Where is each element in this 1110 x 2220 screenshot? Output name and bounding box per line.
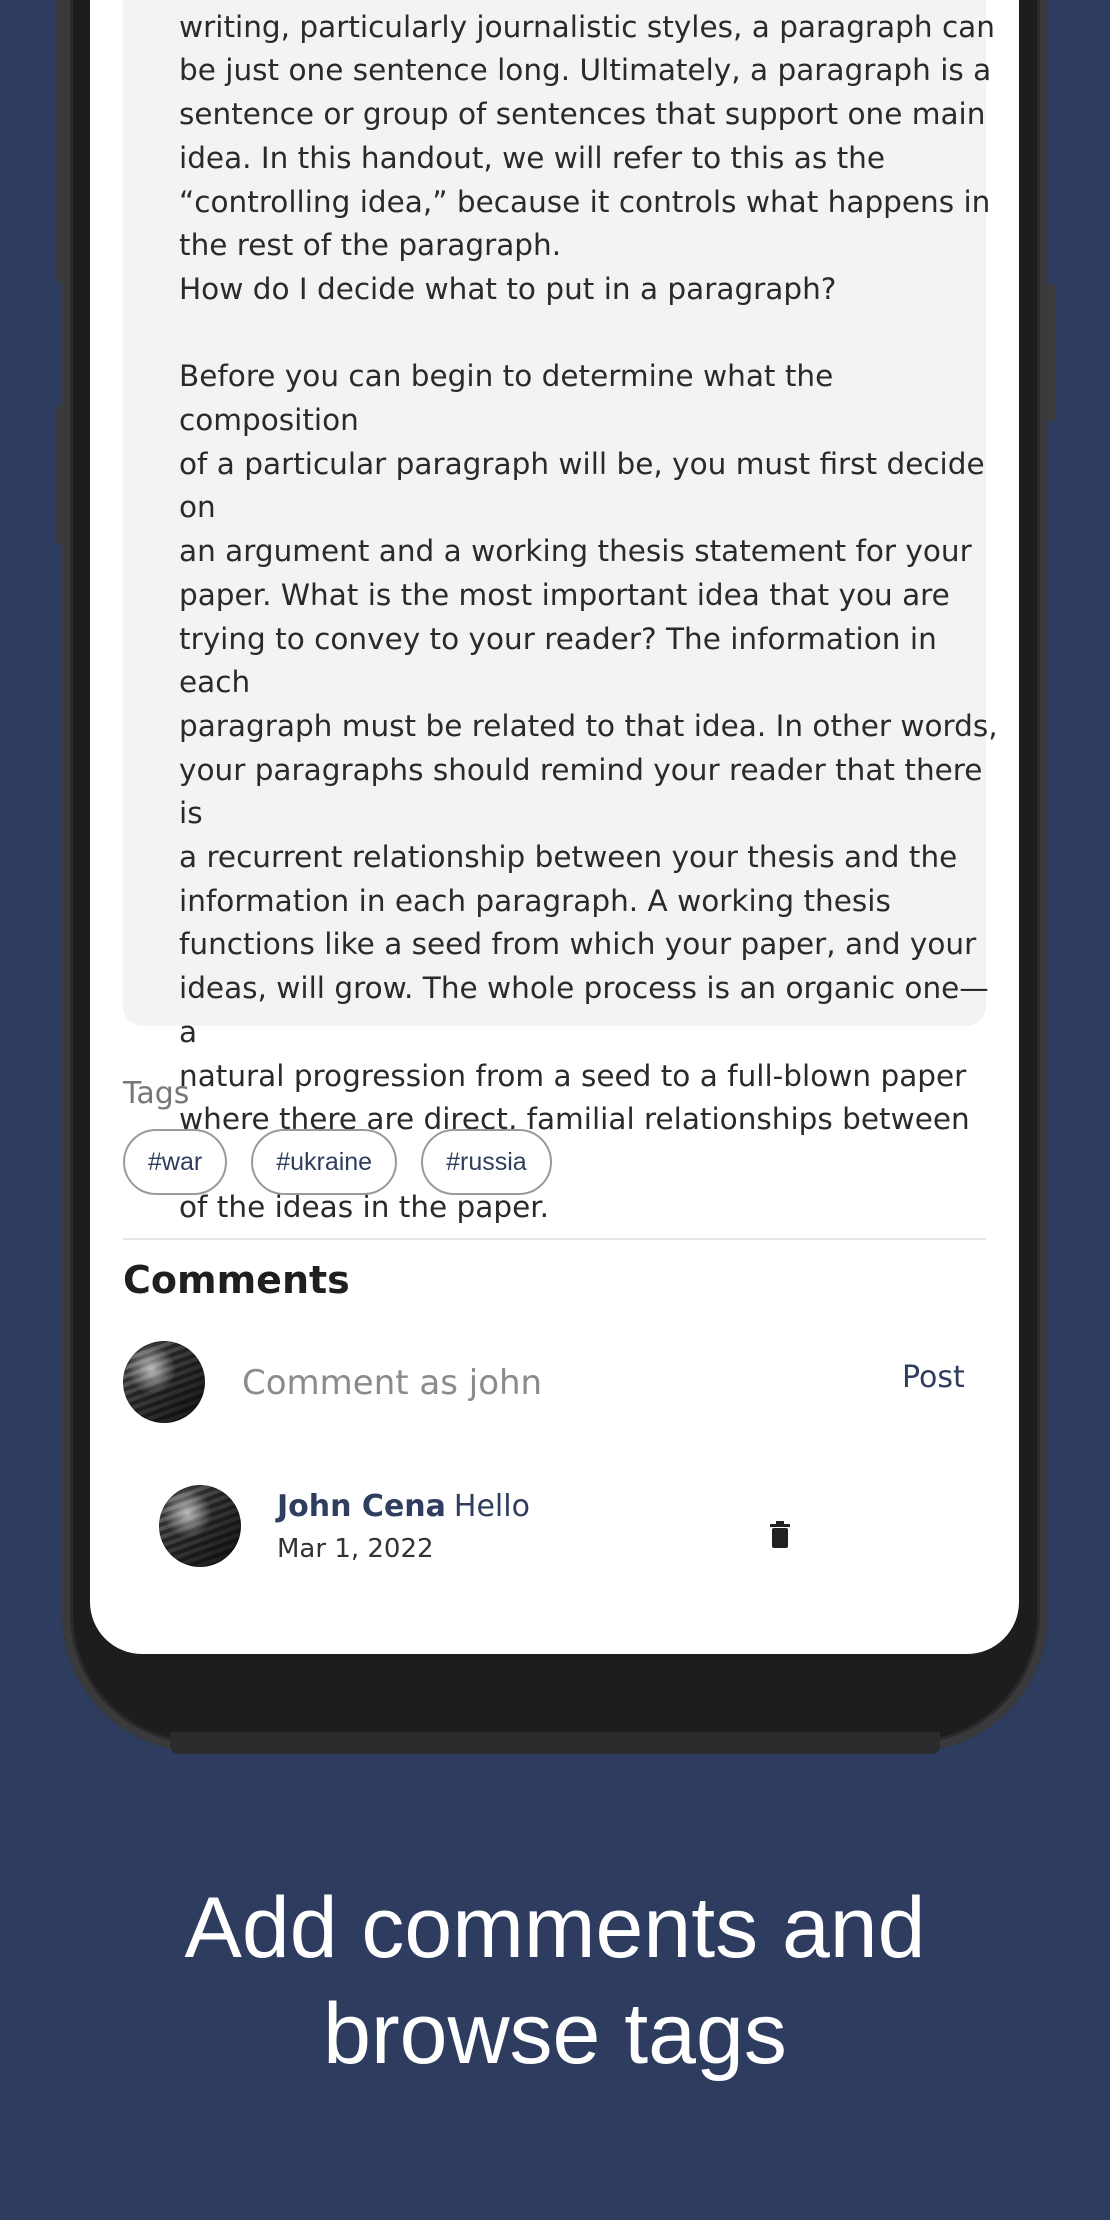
comment-input[interactable] <box>240 1354 714 1412</box>
comments-title: Comments <box>123 1258 350 1302</box>
comment-line: John Cena Hello <box>277 1489 530 1524</box>
comment-author: John Cena <box>277 1489 446 1524</box>
article-text: paper is a paragraph. For instance, in s… <box>179 9 998 1224</box>
caption-line-1: Add comments and <box>184 1880 926 1976</box>
comment-text: Hello <box>453 1489 530 1524</box>
comment-item: John Cena Hello Mar 1, 2022 <box>159 1485 959 1575</box>
phone-side-button-right <box>1047 284 1055 422</box>
marketing-caption: Add comments and browse tags <box>0 1875 1110 2087</box>
comment-date: Mar 1, 2022 <box>277 1534 434 1564</box>
tag-ukraine[interactable]: #ukraine <box>251 1129 398 1195</box>
tags-title: Tags <box>123 1076 190 1111</box>
app-screen: paper is a paragraph. For instance, in s… <box>90 0 1019 1654</box>
delete-comment-button[interactable] <box>768 1515 802 1555</box>
article-content-box: paper is a paragraph. For instance, in s… <box>123 0 998 1224</box>
tag-war[interactable]: #war <box>123 1129 228 1195</box>
caption-line-2: browse tags <box>323 1986 787 2082</box>
phone-bottom-edge <box>170 1732 940 1754</box>
trash-icon <box>768 1520 802 1550</box>
tags-list: #war #ukraine #russia <box>123 1129 552 1195</box>
comment-author-avatar <box>159 1485 241 1567</box>
comment-body: John Cena Hello Mar 1, 2022 <box>277 1489 530 1564</box>
tag-russia[interactable]: #russia <box>421 1129 552 1195</box>
post-button[interactable]: Post <box>902 1360 965 1395</box>
comments-divider <box>123 1238 986 1240</box>
composer-avatar <box>123 1341 205 1423</box>
